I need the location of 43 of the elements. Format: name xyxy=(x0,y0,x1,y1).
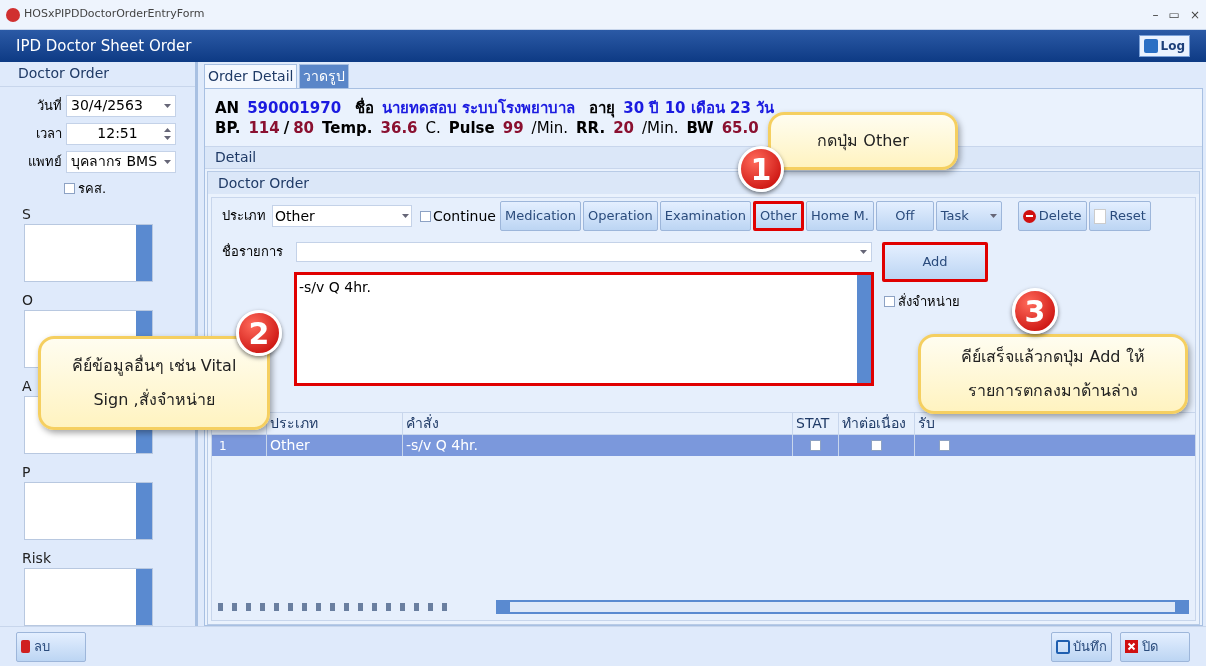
field-label: เวลา xyxy=(35,124,62,143)
form-title: IPD Doctor Sheet Order xyxy=(16,35,192,57)
item-name-label: ชื่อรายการ xyxy=(222,242,284,261)
info-value: 20 xyxy=(613,118,634,138)
info-value: 114 xyxy=(248,117,280,138)
callout-text: คีย์ข้อมูลอื่นๆ เช่น Vital Sign ,สั่งจำหน่าย xyxy=(70,354,238,411)
info-value: 30 ปี 10 เดือน 23 วัน xyxy=(623,97,775,118)
table-cell: -s/v Q 4hr. xyxy=(402,435,792,456)
window-title: HOSxPIPDDoctorOrderEntryForm xyxy=(24,6,205,23)
note-label: P xyxy=(22,464,31,480)
table-cell: Other xyxy=(266,435,402,456)
note-label: S xyxy=(22,206,31,222)
info-value: 65.0 xyxy=(721,117,759,138)
info-label: Temp. xyxy=(322,117,373,138)
row-number: 1 xyxy=(218,437,228,455)
info-label: อายุ xyxy=(589,97,616,118)
field-label: แพทย์ xyxy=(27,152,62,171)
unit-label: C. xyxy=(425,117,441,138)
info-label: BP. xyxy=(215,117,241,138)
checkbox-label: รคส. xyxy=(78,179,107,198)
note-label: A xyxy=(22,378,32,394)
checkbox-label: สั่งจำหน่าย xyxy=(898,292,960,311)
info-label: RR. xyxy=(576,118,606,138)
info-value: 80 xyxy=(293,117,315,138)
callout-text: คีย์เสร็จแล้วกดปุ่ม Add ให้รายการตกลงมาด้านล่าง xyxy=(960,345,1146,402)
slash-separator: / xyxy=(283,117,290,138)
order-text: -s/v Q 4hr. xyxy=(298,278,372,297)
info-value: 36.6 xyxy=(380,117,418,138)
panel-header: Doctor Order xyxy=(0,62,195,87)
info-label: ชื่อ xyxy=(355,97,375,118)
info-value: นายทดสอบ ระบบโรงพยาบาล xyxy=(382,97,576,118)
type-label: ประเภท xyxy=(222,207,266,226)
note-label: Risk xyxy=(22,550,52,566)
note-label: O xyxy=(22,292,34,308)
info-value: 590001970 xyxy=(247,97,342,118)
unit-label: /Min. xyxy=(642,117,679,138)
field-label: วันที่ xyxy=(36,96,62,115)
info-value: 99 xyxy=(502,117,524,138)
info-label: BW xyxy=(686,117,714,138)
checkbox-label: Continue xyxy=(433,206,496,226)
info-label: Pulse xyxy=(448,117,495,138)
unit-label: /Min. xyxy=(531,117,569,138)
info-label: AN xyxy=(215,97,240,118)
